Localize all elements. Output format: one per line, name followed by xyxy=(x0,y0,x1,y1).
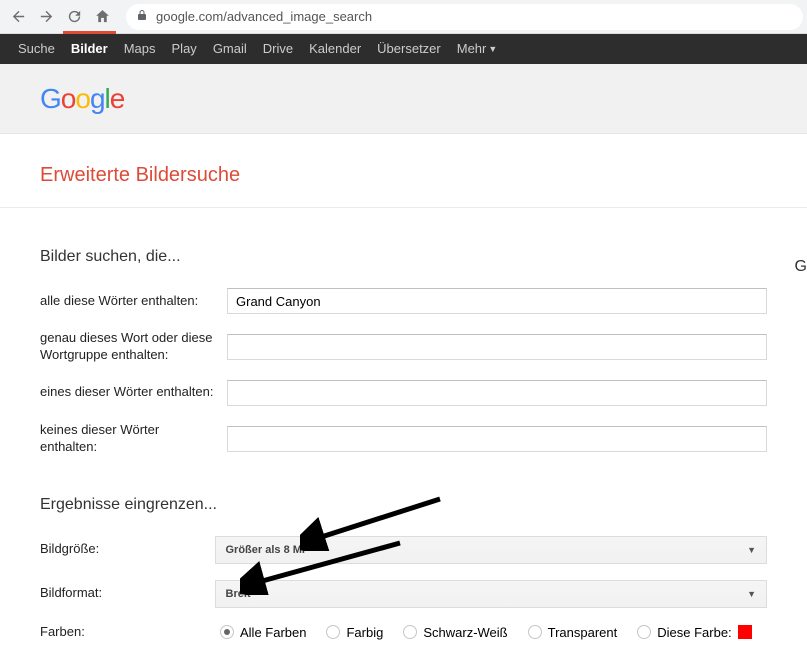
radio-label: Farbig xyxy=(346,625,383,640)
input-any[interactable] xyxy=(227,380,767,406)
gbar-gmail[interactable]: Gmail xyxy=(205,34,255,64)
row-none: keines dieser Wörter enthalten: xyxy=(40,422,767,456)
row-any: eines dieser Wörter enthalten: xyxy=(40,380,767,406)
label-any: eines dieser Wörter enthalten: xyxy=(40,384,227,401)
dropdown-aspect[interactable]: Breit ▼ xyxy=(215,580,768,608)
gbar-suche[interactable]: Suche xyxy=(10,34,63,64)
label-aspect: Bildformat: xyxy=(40,585,215,602)
logo-letter: G xyxy=(40,83,61,114)
radio-specific-color[interactable]: Diese Farbe: xyxy=(637,625,751,640)
url-text: google.com/advanced_image_search xyxy=(156,9,372,24)
arrow-left-icon xyxy=(10,8,27,25)
radio-icon xyxy=(326,625,340,639)
page-title: Erweiterte Bildersuche xyxy=(40,164,767,187)
gbar-mehr[interactable]: Mehr▼ xyxy=(449,34,506,64)
content: Bilder suchen, die... alle diese Wörter … xyxy=(0,208,807,640)
radio-label: Diese Farbe: xyxy=(657,625,731,640)
radio-bw[interactable]: Schwarz-Weiß xyxy=(403,625,507,640)
dropdown-size-value: Größer als 8 MP xyxy=(226,544,310,556)
page-title-wrap: Erweiterte Bildersuche xyxy=(0,134,807,208)
label-size: Bildgröße: xyxy=(40,541,215,558)
color-swatch[interactable] xyxy=(738,625,752,639)
row-aspect: Bildformat: Breit ▼ xyxy=(40,580,767,608)
row-all-words: alle diese Wörter enthalten: xyxy=(40,288,767,314)
dropdown-aspect-value: Breit xyxy=(226,588,251,600)
radio-transparent[interactable]: Transparent xyxy=(528,625,618,640)
label-colors: Farben: xyxy=(40,624,220,641)
gbar-bilder[interactable]: Bilder xyxy=(63,31,116,64)
radio-label: Alle Farben xyxy=(240,625,306,640)
edge-cut-letter: G xyxy=(795,258,807,276)
radio-icon xyxy=(220,625,234,639)
home-button[interactable] xyxy=(88,3,116,31)
narrow-heading: Ergebnisse eingrenzen... xyxy=(40,496,767,514)
dropdown-size[interactable]: Größer als 8 MP ▼ xyxy=(215,536,768,564)
find-heading: Bilder suchen, die... xyxy=(40,248,767,266)
forward-button[interactable] xyxy=(32,3,60,31)
chevron-down-icon: ▼ xyxy=(747,589,756,599)
radio-label: Schwarz-Weiß xyxy=(423,625,507,640)
colors-radio-group: Alle Farben Farbig Schwarz-Weiß Transpar… xyxy=(220,625,752,640)
gbar-mehr-label: Mehr xyxy=(457,34,487,64)
gbar-kalender[interactable]: Kalender xyxy=(301,34,369,64)
logo-strip: Google xyxy=(0,64,807,134)
gbar-play[interactable]: Play xyxy=(164,34,205,64)
back-button[interactable] xyxy=(4,3,32,31)
row-size: Bildgröße: Größer als 8 MP ▼ xyxy=(40,536,767,564)
radio-icon xyxy=(528,625,542,639)
label-all-words: alle diese Wörter enthalten: xyxy=(40,293,227,310)
url-bar[interactable]: google.com/advanced_image_search xyxy=(126,4,803,30)
google-bar: Suche Bilder Maps Play Gmail Drive Kalen… xyxy=(0,34,807,64)
gbar-drive[interactable]: Drive xyxy=(255,34,301,64)
logo-letter: o xyxy=(75,83,90,114)
logo-letter: e xyxy=(110,83,125,114)
label-none: keines dieser Wörter enthalten: xyxy=(40,422,227,456)
arrow-right-icon xyxy=(38,8,55,25)
label-exact: genau dieses Wort oder diese Wortgruppe … xyxy=(40,330,227,364)
logo-letter: o xyxy=(61,83,76,114)
row-colors: Farben: Alle Farben Farbig Schwarz-Weiß … xyxy=(40,624,767,641)
chevron-down-icon: ▼ xyxy=(747,545,756,555)
radio-label: Transparent xyxy=(548,625,618,640)
narrow-section: Ergebnisse eingrenzen... Bildgröße: Größ… xyxy=(40,496,767,641)
row-exact: genau dieses Wort oder diese Wortgruppe … xyxy=(40,330,767,364)
gbar-maps[interactable]: Maps xyxy=(116,34,164,64)
radio-icon xyxy=(403,625,417,639)
browser-chrome: google.com/advanced_image_search xyxy=(0,0,807,34)
logo-letter: g xyxy=(90,83,105,114)
radio-full-color[interactable]: Farbig xyxy=(326,625,383,640)
home-icon xyxy=(94,8,111,25)
radio-all-colors[interactable]: Alle Farben xyxy=(220,625,306,640)
input-none[interactable] xyxy=(227,426,767,452)
reload-icon xyxy=(66,8,83,25)
google-logo[interactable]: Google xyxy=(40,83,124,115)
reload-button[interactable] xyxy=(60,3,88,31)
input-exact[interactable] xyxy=(227,334,767,360)
gbar-uebersetzer[interactable]: Übersetzer xyxy=(369,34,449,64)
radio-icon xyxy=(637,625,651,639)
lock-icon xyxy=(136,9,148,24)
input-all-words[interactable] xyxy=(227,288,767,314)
chevron-down-icon: ▼ xyxy=(488,34,497,64)
